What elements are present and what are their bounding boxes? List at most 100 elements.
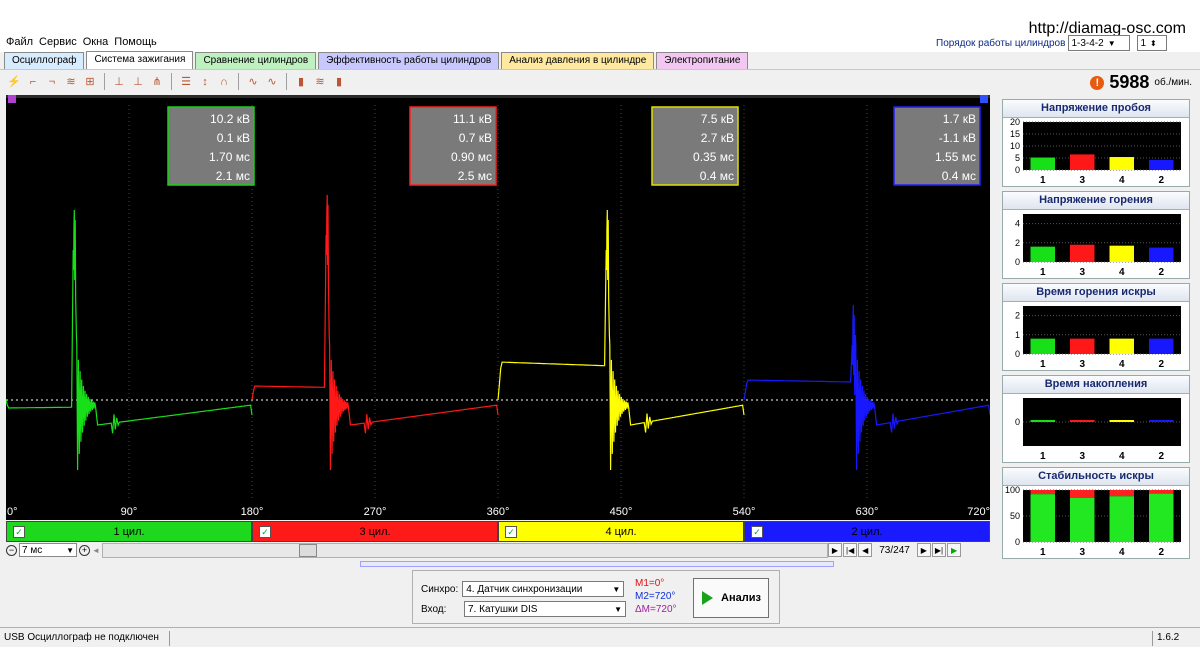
- x-tick-label: 720°: [967, 506, 990, 518]
- cylinder-1-toggle[interactable]: ✓ 1 цил.: [6, 521, 252, 542]
- menu-file[interactable]: Файл: [6, 36, 33, 48]
- wave-split-icon[interactable]: ∿: [264, 73, 280, 90]
- mini-chart-4[interactable]: Время накопления 0 1 3 4 2: [1002, 375, 1190, 463]
- mini-y-tick: 4: [1015, 219, 1020, 229]
- wave-icon[interactable]: ∿: [245, 73, 261, 90]
- firing-order-select[interactable]: 1-3-4-2 ▼: [1068, 35, 1131, 51]
- checkbox-icon[interactable]: ✓: [751, 525, 763, 538]
- cylinder-3-toggle[interactable]: ✓ 4 цил.: [498, 521, 744, 542]
- pulse-icon[interactable]: ⊥: [111, 73, 127, 90]
- menu-service[interactable]: Сервис: [39, 36, 77, 48]
- last-page-icon[interactable]: ▶|: [931, 543, 947, 557]
- mini-chart-2[interactable]: Напряжение горения 4 2 0 1 3 4 2: [1002, 191, 1190, 279]
- checkbox-icon[interactable]: ✓: [259, 525, 271, 538]
- counter-icon[interactable]: ⊞: [82, 73, 98, 90]
- histogram-icon[interactable]: ▮: [293, 73, 309, 90]
- warning-icon[interactable]: !: [1090, 75, 1105, 90]
- play-icon: [702, 591, 713, 605]
- mini-y-tick: 0: [1015, 349, 1020, 359]
- cylinder-label: 1 цил.: [113, 525, 145, 538]
- version-label: 1.6.2: [1152, 631, 1192, 646]
- mini-bar-stable: [1109, 496, 1134, 542]
- tab-1[interactable]: Осциллограф: [4, 52, 85, 69]
- input-select[interactable]: 7. Катушки DIS ▼: [464, 601, 626, 617]
- info-value: 2.5 мс: [458, 169, 492, 183]
- mini-x-tick: 1: [1040, 267, 1046, 278]
- mini-x-tick: 3: [1079, 359, 1085, 370]
- info-box-4: 1.7 кВ -1.1 кВ 1.55 мс 0.4 мс: [893, 106, 981, 186]
- firing-order-index: 1: [1140, 37, 1146, 49]
- mini-y-tick: 0: [1015, 417, 1020, 427]
- marker-m2-handle[interactable]: [980, 95, 988, 103]
- menu-windows[interactable]: Окна: [83, 36, 109, 48]
- mini-chart-title: Напряжение пробоя: [1003, 100, 1189, 118]
- mini-x-tick: 4: [1119, 451, 1125, 462]
- time-scrollbar: − 7 мс ▼ + ◄ ▶ |◀ ◀ 73/247 ▶ ▶| ▶: [6, 543, 990, 558]
- page-indicator: 73/247: [879, 544, 910, 556]
- zoom-out-icon[interactable]: −: [6, 544, 17, 556]
- info-value: 2.7 кВ: [701, 131, 734, 145]
- x-tick-label: 90°: [121, 506, 138, 518]
- chevron-down-icon: ▼: [1107, 38, 1116, 48]
- zoom-controls: − 7 мс ▼ + ◄: [6, 543, 100, 557]
- firing-order-spinner[interactable]: 1 ⬍: [1137, 35, 1168, 51]
- spark-icon[interactable]: ⚡: [6, 73, 22, 90]
- scroll-left-icon[interactable]: ◄: [92, 546, 100, 555]
- lines-icon[interactable]: ☰: [178, 73, 194, 90]
- marker-m1-handle[interactable]: [8, 95, 16, 103]
- marker-m2: M2=720°: [635, 591, 676, 602]
- mini-chart-5[interactable]: Стабильность искры 100 50 0 1 3 4 2: [1002, 467, 1190, 559]
- multi-pulse-icon[interactable]: ⊥: [130, 73, 146, 90]
- sync-icon[interactable]: ↕: [197, 73, 213, 90]
- mini-chart-1[interactable]: Напряжение пробоя 20 15 10 5 0 1 3 4 2: [1002, 99, 1190, 187]
- tab-4[interactable]: Эффективность работы цилиндров: [318, 52, 500, 69]
- tab-6[interactable]: Электропитание: [656, 52, 749, 69]
- cylinder-2-toggle[interactable]: ✓ 3 цил.: [252, 521, 498, 542]
- analyze-button[interactable]: Анализ: [693, 578, 769, 618]
- rise-icon[interactable]: ⌐: [25, 73, 41, 90]
- play-icon[interactable]: ▶: [947, 543, 962, 557]
- mini-bar: [1070, 244, 1095, 262]
- toolbar-separator: [171, 73, 172, 90]
- tab-5[interactable]: Анализ давления в цилиндре: [501, 52, 655, 69]
- mini-x-tick: 3: [1079, 451, 1085, 462]
- stack-icon[interactable]: ≋: [312, 73, 328, 90]
- zoom-select[interactable]: 7 мс ▼: [19, 543, 77, 557]
- checkbox-icon[interactable]: ✓: [505, 525, 517, 538]
- cylinder-4-toggle[interactable]: ✓ 2 цил.: [744, 521, 990, 542]
- next-page-icon[interactable]: ▶: [916, 543, 931, 557]
- coil-icon[interactable]: ≋: [63, 73, 79, 90]
- scroll-thumb[interactable]: [299, 544, 317, 557]
- first-page-icon[interactable]: |◀: [843, 543, 858, 557]
- oscilloscope-chart[interactable]: 10.2 кВ 0.1 кВ 1.70 мс 2.1 мс 11.1 кВ 0.7 кВ 0…: [6, 95, 990, 520]
- tab-2[interactable]: Система зажигания: [86, 51, 194, 69]
- panel-splitter[interactable]: [360, 561, 834, 567]
- mini-x-tick: 1: [1040, 175, 1046, 186]
- loop-icon[interactable]: ∩: [216, 73, 232, 90]
- menu-help[interactable]: Помощь: [114, 36, 157, 48]
- mini-chart-3[interactable]: Время горения искры 2 1 0 1 3 4 2: [1002, 283, 1190, 371]
- mini-chart-title: Время горения искры: [1003, 284, 1189, 302]
- mini-chart-svg: 0 1 3 4 2: [1015, 398, 1181, 462]
- sync-select[interactable]: 4. Датчик синхронизации ▼: [462, 581, 625, 597]
- tool-buttons: ⚡ ⌐ ¬ ≋ ⊞ ⊥ ⊥ ⋔ ☰ ↕ ∩ ∿ ∿ ▮ ≋ ▮: [6, 73, 347, 90]
- tab-3[interactable]: Сравнение цилиндров: [195, 52, 317, 69]
- oscilloscope-svg[interactable]: 10.2 кВ 0.1 кВ 1.70 мс 2.1 мс 11.1 кВ 0.7 кВ 0…: [6, 95, 990, 520]
- tab-strip: Осциллограф Система зажигания Сравнение ци…: [4, 51, 749, 69]
- scroll-right-icon[interactable]: ▶: [828, 543, 842, 557]
- x-tick-label: 450°: [610, 506, 633, 518]
- cylinder-bar: ✓ 1 цил. ✓ 3 цил. ✓ 4 цил. ✓ 2 цил.: [6, 521, 990, 542]
- sync-value: 4. Датчик синхронизации: [466, 583, 583, 595]
- zoom-in-icon[interactable]: +: [79, 544, 90, 556]
- fall-icon[interactable]: ¬: [44, 73, 60, 90]
- x-tick-label: 180°: [241, 506, 264, 518]
- bars-icon[interactable]: ▮: [331, 73, 347, 90]
- scroll-track[interactable]: [102, 543, 828, 558]
- input-label: Вход:: [421, 603, 447, 615]
- prev-page-icon[interactable]: ◀: [858, 543, 873, 557]
- mini-y-tick: 5: [1015, 153, 1020, 163]
- scatter-icon[interactable]: ⋔: [149, 73, 165, 90]
- mini-chart-title: Стабильность искры: [1003, 468, 1189, 486]
- info-value: 0.35 мс: [693, 150, 734, 164]
- checkbox-icon[interactable]: ✓: [13, 525, 25, 538]
